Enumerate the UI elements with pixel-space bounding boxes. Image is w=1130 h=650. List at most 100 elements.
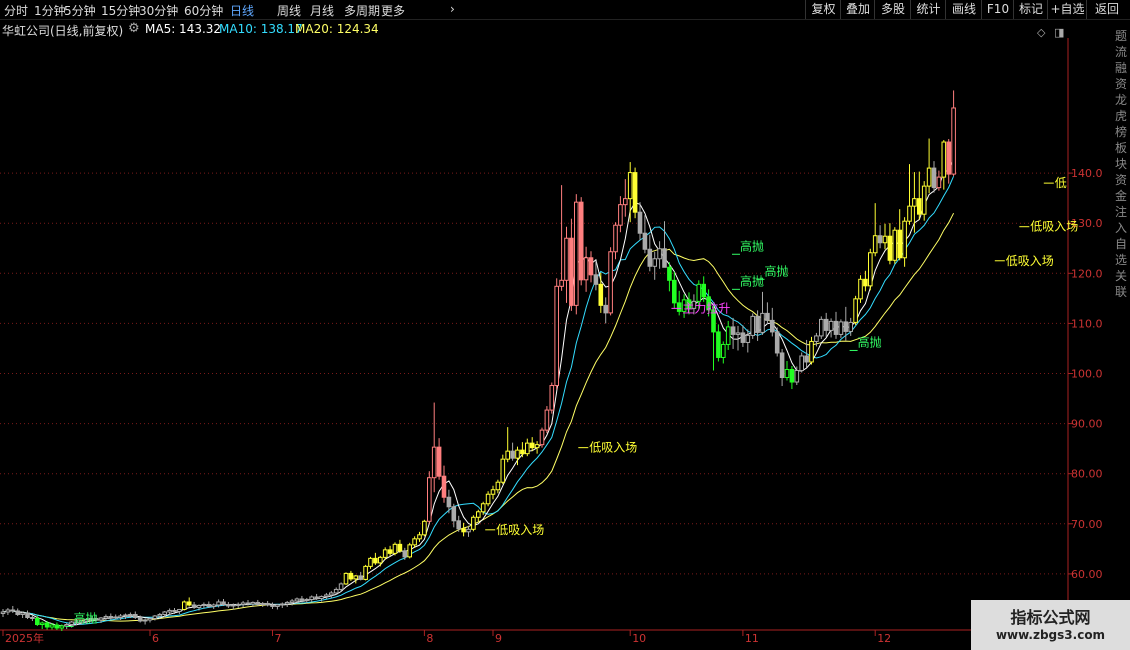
candle-body (716, 331, 721, 358)
candle-body (789, 368, 795, 383)
diamond-icon[interactable]: ◇ (1037, 26, 1046, 39)
candle-body (637, 211, 643, 234)
candle-body (348, 572, 354, 580)
candle-body (510, 450, 515, 459)
watermark-url: www.zbgs3.com (995, 628, 1106, 642)
candle-body (588, 257, 594, 276)
candle-body (113, 616, 119, 619)
candle-body (289, 600, 295, 603)
candle-body (725, 326, 731, 345)
candle-body (451, 506, 457, 522)
candle-body (260, 602, 265, 605)
candle-body (353, 575, 359, 580)
candle-body (868, 252, 873, 287)
signal-label: 主力拉升 (682, 300, 730, 315)
candle-body (240, 602, 246, 605)
candle-body (412, 538, 417, 546)
candle-body (814, 335, 819, 342)
candle-body (392, 543, 398, 554)
candle-body (128, 613, 133, 616)
candle-body (304, 598, 310, 601)
candle-body (667, 266, 672, 281)
candle-body (211, 604, 216, 607)
candle-body (456, 520, 461, 530)
candle-body (730, 326, 736, 335)
watermark-title: 指标公式网 (1010, 608, 1091, 627)
candle-body (265, 602, 270, 606)
candle-body (142, 619, 148, 622)
candle-body (167, 609, 172, 613)
candlestick-chart[interactable]: 140.0130.0120.0110.0100.090.0080.0070.00… (0, 0, 1130, 650)
y-tick-label: 140.0 (1071, 167, 1103, 180)
candle-body (196, 604, 202, 608)
candle-body (676, 302, 682, 312)
signal-label: 低吸入场 (589, 441, 637, 455)
candle-body (917, 198, 922, 215)
panel-toggle-icon[interactable]: ◨ (1054, 26, 1064, 39)
candle-body (603, 304, 609, 314)
candle-body (574, 201, 579, 306)
candle-body (578, 201, 584, 281)
candle-body (652, 258, 658, 267)
candle-body (436, 446, 442, 477)
signal-label: 低 (1055, 176, 1067, 190)
candle-body (201, 603, 207, 606)
candle-body (191, 604, 197, 608)
candle-body (280, 603, 285, 606)
candle-body (559, 279, 564, 287)
candle-body (378, 556, 383, 564)
y-tick-label: 120.0 (1071, 267, 1103, 280)
candle-body (182, 601, 187, 610)
candle-body (480, 503, 486, 513)
ma10-line (2, 176, 955, 625)
x-tick-label: 10 (632, 632, 646, 645)
candle-body (49, 624, 55, 628)
candle-body (0, 611, 6, 614)
candle-body (177, 608, 182, 612)
candle-body (231, 604, 236, 607)
candle-body (500, 458, 506, 483)
ma20-line (2, 212, 955, 622)
candle-body (784, 368, 790, 379)
candle-body (525, 442, 530, 455)
candle-body (20, 612, 25, 615)
candle-body (745, 334, 751, 343)
candle-body (872, 235, 878, 254)
candle-body (324, 594, 329, 597)
candle-body (696, 283, 702, 302)
x-tick-label: 12 (877, 632, 891, 645)
candle-body (608, 251, 613, 314)
candle-body (657, 248, 662, 260)
candle-body (245, 602, 251, 605)
candle-body (539, 429, 545, 446)
candle-body (907, 205, 912, 222)
y-tick-label: 60.00 (1071, 568, 1103, 581)
candle-body (774, 331, 780, 354)
candle-body (833, 320, 839, 335)
candle-body (740, 332, 746, 343)
candle-body (44, 622, 50, 628)
candle-body (593, 274, 599, 285)
candle-body (441, 475, 447, 498)
candle-body (226, 603, 231, 607)
candle-body (422, 520, 427, 536)
candle-body (926, 167, 932, 187)
candle-body (755, 315, 760, 333)
signal-label: 低吸入场 (1006, 254, 1054, 268)
candle-body (897, 229, 903, 259)
candle-body (529, 442, 535, 449)
candle-body (15, 610, 20, 615)
candle-body (701, 283, 707, 298)
signal-label: 高抛 (858, 334, 882, 349)
candle-body (828, 320, 834, 331)
candle-body (882, 235, 888, 244)
candle-body (329, 592, 334, 596)
candle-body (407, 544, 412, 558)
candle-body (162, 611, 167, 615)
candle-body (137, 616, 143, 622)
signal-label: 低吸入场 (1030, 220, 1078, 234)
candle-body (25, 612, 30, 618)
x-tick-label: 8 (426, 632, 433, 645)
candle-body (402, 550, 408, 558)
candle-body (823, 318, 829, 331)
